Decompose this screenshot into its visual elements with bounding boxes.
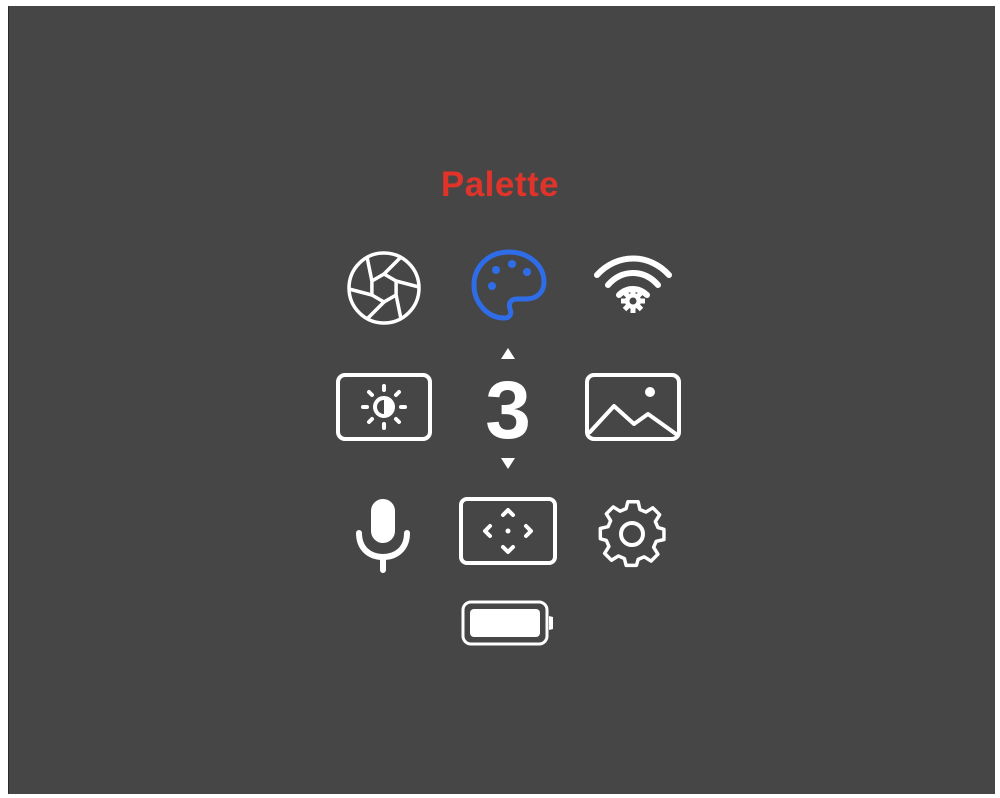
aperture-button[interactable] — [344, 251, 424, 325]
gear-icon — [598, 500, 666, 568]
value-up-arrow[interactable] — [501, 348, 515, 359]
battery-indicator — [458, 598, 558, 648]
image-icon — [585, 373, 681, 441]
image-button[interactable] — [582, 370, 684, 444]
palette-icon — [471, 249, 547, 321]
wifi-settings-icon — [594, 255, 672, 313]
value-down-arrow[interactable] — [501, 458, 515, 469]
microphone-button[interactable] — [350, 495, 416, 575]
position-icon — [459, 497, 557, 565]
menu-title: Palette — [440, 165, 560, 204]
microphone-icon — [356, 499, 410, 573]
brightness-button[interactable] — [333, 370, 435, 444]
settings-button[interactable] — [592, 494, 672, 574]
position-button[interactable] — [456, 494, 560, 568]
wifi-settings-button[interactable] — [590, 250, 676, 318]
brightness-icon — [336, 373, 432, 441]
palette-value: 3 — [485, 365, 531, 456]
aperture-icon — [347, 251, 421, 325]
palette-button[interactable] — [468, 248, 550, 322]
battery-icon — [461, 600, 553, 646]
